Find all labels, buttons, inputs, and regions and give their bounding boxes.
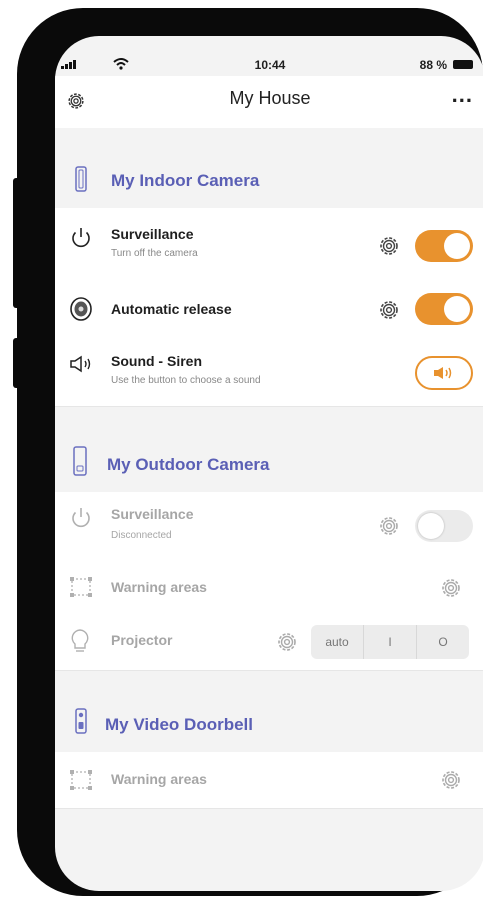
app-screen: 10:44 88 % My House ... My Indoor Camera bbox=[55, 36, 483, 891]
projector-mode-on[interactable]: I bbox=[364, 625, 417, 659]
release-icon bbox=[70, 297, 92, 321]
surveillance-toggle[interactable] bbox=[415, 230, 473, 262]
power-icon bbox=[72, 508, 90, 528]
outdoor-surveillance-settings-gear-icon[interactable] bbox=[377, 514, 401, 538]
row-title: Warning areas bbox=[111, 771, 207, 787]
status-bar: 10:44 88 % bbox=[55, 54, 483, 74]
speaker-volume-icon bbox=[434, 367, 452, 379]
row-title: Automatic release bbox=[111, 301, 232, 317]
row-title: Projector bbox=[111, 632, 173, 648]
section-outdoor-camera: My Outdoor Camera bbox=[55, 440, 483, 492]
row-title: Surveillance bbox=[111, 506, 194, 522]
warning-area-icon bbox=[70, 770, 92, 790]
automatic-release-settings-gear-icon[interactable] bbox=[377, 298, 401, 322]
projector-mode-selector: auto I O bbox=[311, 625, 469, 659]
row-title: Surveillance bbox=[111, 226, 194, 242]
phone-side-button-bottom bbox=[13, 338, 21, 388]
doorbell-icon bbox=[75, 708, 87, 734]
row-projector: Projector auto I O bbox=[55, 614, 483, 671]
row-indoor-surveillance: Surveillance Turn off the camera bbox=[55, 208, 483, 281]
choose-sound-button[interactable] bbox=[415, 356, 473, 390]
row-title: Sound - Siren bbox=[111, 353, 202, 369]
app-header: My House ... bbox=[55, 76, 483, 128]
more-options-button[interactable]: ... bbox=[452, 82, 473, 108]
row-title: Warning areas bbox=[111, 579, 207, 595]
row-outdoor-surveillance: Surveillance Disconnected bbox=[55, 492, 483, 561]
section-title: My Indoor Camera bbox=[111, 171, 260, 190]
row-subtitle: Turn off the camera bbox=[111, 248, 198, 259]
surveillance-settings-gear-icon[interactable] bbox=[377, 234, 401, 258]
section-video-doorbell: My Video Doorbell bbox=[55, 700, 483, 752]
row-automatic-release: Automatic release bbox=[55, 280, 483, 339]
battery-icon bbox=[453, 60, 473, 69]
lightbulb-icon bbox=[71, 629, 89, 652]
projector-mode-auto[interactable]: auto bbox=[311, 625, 364, 659]
battery-percent: 88 % bbox=[419, 58, 447, 72]
automatic-release-toggle[interactable] bbox=[415, 293, 473, 325]
doorbell-warning-areas-settings-gear-icon[interactable] bbox=[439, 768, 463, 792]
section-title: My Outdoor Camera bbox=[107, 455, 270, 474]
power-icon bbox=[72, 228, 90, 248]
row-outdoor-warning-areas: Warning areas bbox=[55, 560, 483, 615]
warning-area-icon bbox=[70, 577, 92, 597]
projector-mode-off[interactable]: O bbox=[417, 625, 469, 659]
row-doorbell-warning-areas: Warning areas bbox=[55, 752, 483, 809]
row-subtitle: Use the button to choose a sound bbox=[111, 375, 261, 386]
outdoor-camera-icon bbox=[73, 446, 87, 476]
warning-areas-settings-gear-icon[interactable] bbox=[439, 576, 463, 600]
section-indoor-camera: My Indoor Camera bbox=[55, 156, 483, 208]
section-title: My Video Doorbell bbox=[105, 715, 253, 734]
row-sound-siren: Sound - Siren Use the button to choose a… bbox=[55, 338, 483, 407]
page-title: My House bbox=[229, 88, 311, 108]
indoor-camera-icon bbox=[75, 166, 87, 192]
outdoor-surveillance-toggle[interactable] bbox=[415, 510, 473, 542]
phone-side-button-top bbox=[13, 178, 21, 308]
speaker-icon bbox=[70, 355, 91, 373]
projector-settings-gear-icon[interactable] bbox=[275, 630, 299, 654]
row-subtitle: Disconnected bbox=[111, 530, 172, 541]
phone-frame: 10:44 88 % My House ... My Indoor Camera bbox=[13, 8, 483, 896]
